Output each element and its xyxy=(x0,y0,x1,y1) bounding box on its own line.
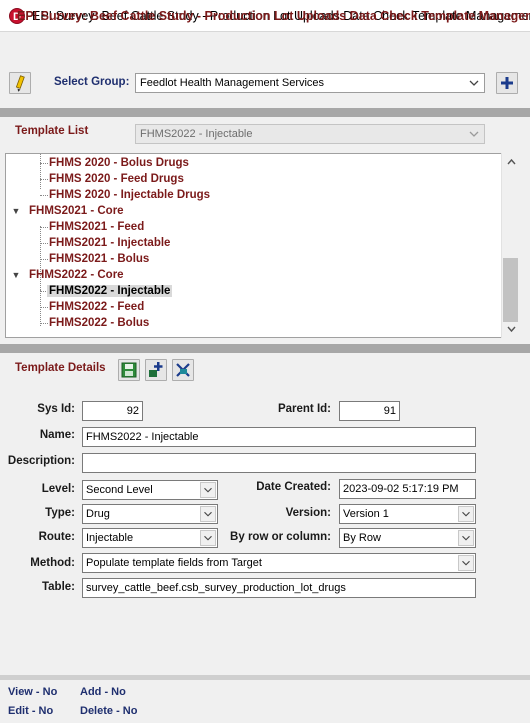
add-child-button[interactable] xyxy=(145,359,167,381)
chevron-down-icon[interactable]: ▼ xyxy=(11,267,21,283)
tree-item[interactable]: FHMS 2020 - Injectable Drugs xyxy=(47,187,212,203)
permission-add: Add - No xyxy=(80,686,126,698)
date-created-label: Date Created: xyxy=(256,481,331,493)
chevron-down-icon xyxy=(469,131,479,137)
chevron-down-icon xyxy=(458,530,474,546)
permission-delete: Delete - No xyxy=(80,705,138,717)
plus-icon xyxy=(501,77,513,89)
method-select[interactable]: Populate template fields from Target xyxy=(82,553,476,573)
tree-item-label: FHMS2021 - Core xyxy=(29,205,124,217)
tree-item-selected[interactable]: FHMS2022 - Injectable xyxy=(47,283,173,299)
chevron-down-icon xyxy=(200,530,216,546)
table-label: Table: xyxy=(41,581,75,593)
page-title: EPI Survey: Beef Cattle Study - Producti… xyxy=(17,9,530,23)
by-row-or-column-label: By row or column: xyxy=(230,531,331,543)
version-select[interactable]: Version 1 xyxy=(339,504,476,524)
tree-item[interactable]: FHMS2021 - Injectable xyxy=(47,235,172,251)
save-icon xyxy=(121,362,137,378)
tree-item-label: FHMS2021 - Feed xyxy=(49,221,145,233)
by-row-or-column-value: By Row xyxy=(343,532,381,544)
tree-item-label: FHMS2021 - Bolus xyxy=(49,253,150,265)
permission-view: View - No xyxy=(8,686,58,698)
chevron-down-icon xyxy=(200,506,216,522)
route-label: Route: xyxy=(38,531,75,543)
tree-item-label: FHMS 2020 - Bolus Drugs xyxy=(49,157,189,169)
version-select-value: Version 1 xyxy=(343,508,389,520)
tree-item-label: FHMS2022 - Injectable xyxy=(47,285,173,297)
tree-item-label: FHMS2021 - Injectable xyxy=(49,237,171,249)
by-row-or-column-select[interactable]: By Row xyxy=(339,528,476,548)
table-field[interactable]: survey_cattle_beef.csb_survey_production… xyxy=(82,578,476,598)
level-label: Level: xyxy=(41,483,75,495)
type-select-value: Drug xyxy=(86,508,110,520)
tree-connector xyxy=(40,154,41,189)
group-select[interactable]: Feedlot Health Management Services xyxy=(135,73,485,93)
version-label: Version: xyxy=(285,507,331,519)
permission-edit: Edit - No xyxy=(8,705,54,717)
route-select-value: Injectable xyxy=(86,532,134,544)
splitter-bottom xyxy=(0,675,530,680)
name-label: Name: xyxy=(39,429,75,441)
add-node-icon xyxy=(149,362,163,377)
chevron-down-icon[interactable] xyxy=(506,324,517,334)
date-created-field[interactable]: 2023-09-02 5:17:19 PM xyxy=(339,479,476,499)
tree-item[interactable]: FHMS 2020 - Feed Drugs xyxy=(47,171,186,187)
level-select-value: Second Level xyxy=(86,484,153,496)
parent-id-field[interactable]: 91 xyxy=(339,401,400,421)
route-select[interactable]: Injectable xyxy=(82,528,218,548)
chevron-down-icon xyxy=(469,80,479,86)
template-select: FHMS2022 - Injectable xyxy=(135,124,485,144)
tree-group[interactable]: FHMS2021 - Core xyxy=(27,203,126,219)
chevron-up-icon[interactable] xyxy=(506,157,517,167)
tree-item[interactable]: FHMS2022 - Bolus xyxy=(47,315,151,331)
sys-id-label: Sys Id: xyxy=(37,403,75,415)
select-group-label: Select Group: xyxy=(54,76,130,88)
scrollbar-thumb[interactable] xyxy=(503,258,518,322)
tree-item[interactable]: FHMS 2020 - Bolus Drugs xyxy=(47,155,191,171)
tree-item-label: FHMS2022 - Feed xyxy=(49,301,145,313)
page-header xyxy=(0,33,530,65)
tree-item-label: FHMS 2020 - Injectable Drugs xyxy=(49,189,211,201)
add-group-button[interactable] xyxy=(496,72,518,94)
splitter-top[interactable] xyxy=(0,108,530,117)
type-label: Type: xyxy=(45,507,75,519)
group-select-value: Feedlot Health Management Services xyxy=(140,77,325,89)
type-select[interactable]: Drug xyxy=(82,504,218,524)
tree-item-label: FHMS2022 - Bolus xyxy=(49,317,150,329)
edit-pencil-button[interactable] xyxy=(9,72,31,94)
tree-item-label: FHMS2022 - Core xyxy=(29,269,124,281)
tree-item[interactable]: FHMS2022 - Feed xyxy=(47,299,146,315)
description-label: Description: xyxy=(7,455,75,467)
description-field[interactable] xyxy=(82,453,476,473)
template-list-label: Template List xyxy=(15,125,89,137)
template-tree[interactable]: FHMS 2020 - Bolus Drugs FHMS 2020 - Feed… xyxy=(5,153,520,338)
parent-id-label: Parent Id: xyxy=(277,403,331,415)
level-select[interactable]: Second Level xyxy=(82,480,218,500)
tree-item[interactable]: FHMS2021 - Bolus xyxy=(47,251,151,267)
delete-node-icon xyxy=(176,363,190,377)
chevron-down-icon xyxy=(200,482,216,498)
pencil-icon xyxy=(15,75,25,92)
tree-item[interactable]: FHMS2021 - Feed xyxy=(47,219,146,235)
template-details-label: Template Details xyxy=(15,362,106,374)
save-button[interactable] xyxy=(118,359,140,381)
splitter-middle[interactable] xyxy=(0,344,530,353)
chevron-down-icon xyxy=(458,506,474,522)
method-label: Method: xyxy=(30,557,75,569)
remove-node-button[interactable] xyxy=(172,359,194,381)
chevron-down-icon[interactable]: ▼ xyxy=(11,203,21,219)
tree-group[interactable]: FHMS2022 - Core xyxy=(27,267,126,283)
chevron-down-icon xyxy=(458,555,474,571)
method-select-value: Populate template fields from Target xyxy=(86,557,262,569)
sys-id-field[interactable]: 92 xyxy=(82,401,143,421)
template-select-value: FHMS2022 - Injectable xyxy=(140,128,253,140)
tree-connector xyxy=(40,290,41,326)
name-field[interactable]: FHMS2022 - Injectable xyxy=(82,427,476,447)
tree-item-label: FHMS 2020 - Feed Drugs xyxy=(49,173,184,185)
